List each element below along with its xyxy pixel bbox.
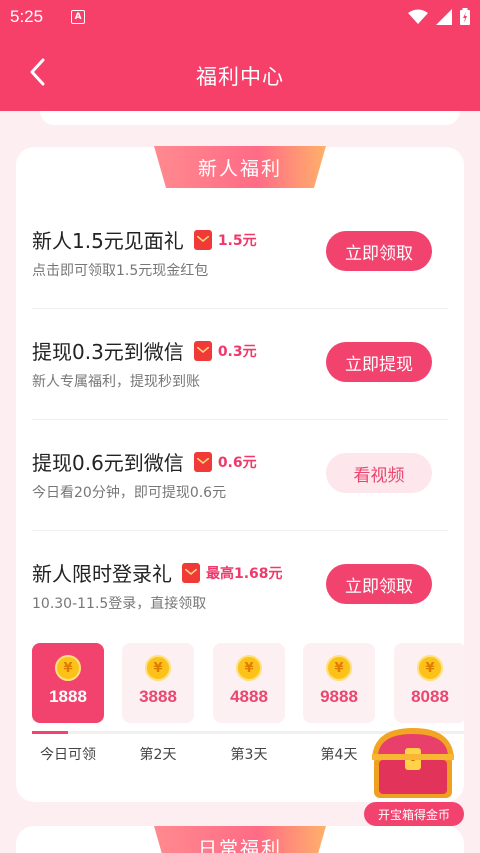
battery-icon <box>460 8 470 25</box>
newcomer-welfare-card: 新人福利 新人1.5元见面礼 1.5元 点击即可领取1.5元现金红包 立即领取 … <box>16 146 464 802</box>
app-header: 福利中心 <box>0 33 480 111</box>
status-time: 5:25 <box>10 6 44 26</box>
task-title-row: 提现0.3元到微信 0.3元 <box>32 336 257 365</box>
coin-icon: ¥ <box>417 655 443 681</box>
day-label: 第2天 <box>139 747 177 763</box>
task-item: 新人限时登录礼 最高1.68元 10.30-11.5登录，直接领取 立即领取 <box>32 480 448 612</box>
task-title: 提现0.3元到微信 <box>32 340 184 364</box>
day-card-today[interactable]: ¥ 1888 <box>32 643 104 723</box>
task-title-row: 新人1.5元见面礼 1.5元 <box>32 225 257 254</box>
notification-icon: A <box>71 9 86 24</box>
coin-icon: ¥ <box>145 655 171 681</box>
day-card[interactable]: ¥ 4888 <box>213 643 285 723</box>
red-packet-icon <box>193 451 212 472</box>
task-reward: 最高1.68元 <box>206 565 283 582</box>
day-amount: 3888 <box>139 687 177 706</box>
status-bar: 5:25 A <box>0 0 480 33</box>
red-packet-icon <box>193 340 212 361</box>
day-amount: 4888 <box>230 687 268 706</box>
day-label: 今日可领 <box>40 747 96 763</box>
red-packet-icon <box>182 562 200 583</box>
previous-card-edge <box>40 111 460 125</box>
coin-icon: ¥ <box>326 655 352 681</box>
status-icons <box>408 8 470 25</box>
day-amount: 8088 <box>411 687 449 706</box>
task-title-row: 新人限时登录礼 最高1.68元 <box>32 558 283 587</box>
task-item: 提现0.6元到微信 0.6元 今日看20分钟，即可提现0.6元 看视频 <box>32 369 448 531</box>
task-title: 新人限时登录礼 <box>32 562 172 586</box>
progress-fill <box>32 731 68 734</box>
day-card[interactable]: ¥ 9888 <box>303 643 375 723</box>
task-item: 新人1.5元见面礼 1.5元 点击即可领取1.5元现金红包 立即领取 <box>32 147 448 309</box>
section-title: 日常福利 <box>197 837 282 853</box>
task-title: 新人1.5元见面礼 <box>32 229 184 253</box>
section-ribbon: 日常福利 <box>154 826 326 853</box>
day-label: 第3天 <box>230 747 268 763</box>
task-subtitle: 10.30-11.5登录，直接领取 <box>32 596 207 612</box>
claim-login-gift-button[interactable]: 立即领取 <box>326 564 432 604</box>
open-chest-button[interactable]: 开宝箱得金币 <box>364 802 464 826</box>
day-card[interactable]: ¥ 3888 <box>122 643 194 723</box>
day-amount: 9888 <box>320 687 358 706</box>
task-reward: 1.5元 <box>217 232 257 249</box>
signal-icon <box>436 8 452 25</box>
day-card[interactable]: ¥ 8088 <box>394 643 464 723</box>
task-title: 提现0.6元到微信 <box>32 451 184 475</box>
task-reward: 0.6元 <box>217 454 257 471</box>
daily-welfare-card: 日常福利 <box>16 826 464 853</box>
task-reward: 0.3元 <box>217 343 257 360</box>
coin-icon: ¥ <box>55 655 81 681</box>
day-amount: 1888 <box>49 687 87 706</box>
task-title-row: 提现0.6元到微信 0.6元 <box>32 447 257 476</box>
coin-icon: ¥ <box>236 655 262 681</box>
task-item: 提现0.3元到微信 0.3元 新人专属福利，提现秒到账 立即提现 <box>32 258 448 420</box>
page-title: 福利中心 <box>196 65 284 89</box>
wifi-icon <box>408 9 428 24</box>
red-packet-icon <box>193 229 212 250</box>
treasure-chest-icon[interactable] <box>364 722 462 802</box>
